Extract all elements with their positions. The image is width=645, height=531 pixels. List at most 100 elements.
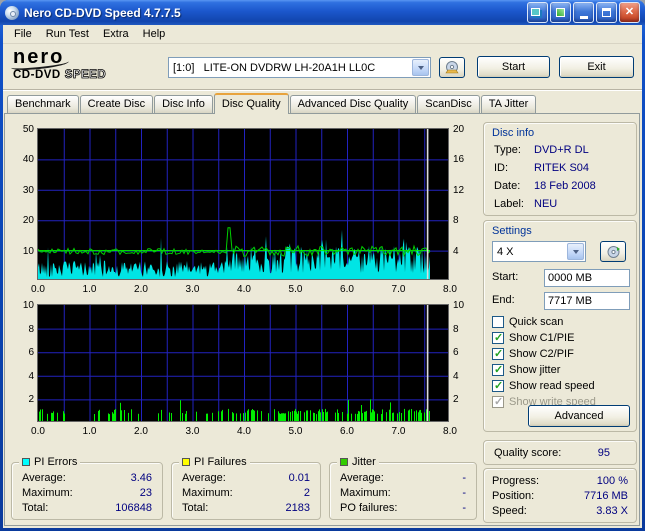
checkbox-box[interactable] [492, 364, 504, 376]
pif-chart-right-axis: 246810 [451, 304, 477, 424]
checkbox-box[interactable] [492, 348, 504, 360]
window-body: File Run Test Extra Help nero CD-DVDSPEE… [3, 25, 642, 528]
logo-product: CD-DVDSPEED [13, 69, 106, 81]
titlebar-extra-button-2[interactable] [550, 2, 571, 23]
disc-info-title: Disc info [492, 127, 534, 139]
y-tick-label: 10 [23, 300, 34, 311]
disc-type-value: DVD+R DL [534, 144, 589, 158]
speed-select-value: 4 X [497, 246, 567, 258]
disc-date-value: 18 Feb 2008 [534, 180, 596, 194]
tab-scandisc[interactable]: ScanDisc [417, 95, 479, 113]
disc-id-value: RITEK S04 [534, 162, 589, 176]
start-mb-input[interactable]: 0000 MB [544, 269, 630, 287]
disc-date-row: Date: 18 Feb 2008 [494, 180, 632, 194]
app-icon [5, 6, 19, 20]
menu-help[interactable]: Help [136, 26, 173, 42]
checkbox-show-c1-pie[interactable]: Show C1/PIE [492, 331, 574, 345]
pif-chart-x-axis: 0.01.02.03.04.05.06.07.08.0 [37, 426, 451, 438]
x-tick-label: 6.0 [336, 426, 358, 437]
checkbox-box[interactable] [492, 380, 504, 392]
stat-label: Average: [340, 472, 384, 484]
disc-hand-icon [444, 61, 460, 75]
menu-file[interactable]: File [7, 26, 39, 42]
pi-failures-legend: PI Failures [179, 456, 250, 468]
logo-product-solid: CD-DVD [13, 69, 61, 81]
y-tick-label: 10 [453, 300, 464, 311]
close-button[interactable]: ✕ [619, 2, 640, 23]
maximize-button[interactable] [596, 2, 617, 23]
progress-row: Progress: 100 % [492, 475, 628, 489]
position-value: 7716 MB [584, 490, 628, 504]
speed-label: Speed: [492, 505, 527, 519]
progress-panel: Progress: 100 % Position: 7716 MB Speed:… [483, 468, 637, 523]
y-tick-label: 50 [23, 124, 34, 135]
x-tick-label: 0.0 [27, 426, 49, 437]
menu-run-test[interactable]: Run Test [39, 26, 96, 42]
position-row: Position: 7716 MB [492, 490, 628, 504]
x-tick-label: 5.0 [285, 284, 307, 295]
stat-value: - [462, 472, 466, 484]
dropdown-arrow-icon[interactable] [412, 59, 429, 76]
stat-label: Total: [182, 502, 208, 514]
disc-type-label: Type: [494, 144, 534, 158]
progress-label: Progress: [492, 475, 539, 489]
stat-label: Total: [22, 502, 48, 514]
close-icon: ✕ [625, 7, 634, 18]
y-tick-label: 8 [28, 324, 34, 335]
minimize-button[interactable] [573, 2, 594, 23]
drive-burn-button[interactable] [439, 57, 465, 78]
tab-ta-jitter[interactable]: TA Jitter [481, 95, 537, 113]
tab-disc-quality[interactable]: Disc Quality [214, 93, 289, 114]
drive-select[interactable]: [1:0] LITE-ON DVDRW LH-20A1H LL0C [168, 57, 431, 78]
advanced-button[interactable]: Advanced [528, 405, 630, 427]
tab-benchmark[interactable]: Benchmark [7, 95, 79, 113]
speed-select[interactable]: 4 X [492, 241, 586, 262]
y-tick-label: 2 [453, 394, 459, 405]
tab-disc-info[interactable]: Disc Info [154, 95, 213, 113]
checkbox-show-jitter[interactable]: Show jitter [492, 363, 560, 377]
pie-chart-right-axis: 48121620 [451, 128, 477, 282]
disc-label-row: Label: NEU [494, 198, 632, 212]
checkbox-quick-scan[interactable]: Quick scan [492, 315, 563, 329]
checkbox-show-read-speed[interactable]: Show read speed [492, 379, 595, 393]
drive-select-value: [1:0] LITE-ON DVDRW LH-20A1H LL0C [173, 62, 412, 74]
x-tick-label: 1.0 [79, 426, 101, 437]
y-tick-label: 20 [453, 124, 464, 135]
y-tick-label: 10 [23, 246, 34, 257]
tab-create-disc[interactable]: Create Disc [80, 95, 153, 113]
start-button[interactable]: Start [477, 56, 550, 78]
stat-label: PO failures: [340, 502, 397, 514]
pi-errors-panel: PI Errors Average:3.46 Maximum:23 Total:… [11, 462, 163, 520]
checkbox-box[interactable] [492, 332, 504, 344]
y-tick-label: 4 [453, 371, 459, 382]
stat-label: Maximum: [22, 487, 73, 499]
speed-row: Speed: 3.83 X [492, 505, 628, 519]
checkbox-show-c2-pif[interactable]: Show C2/PIF [492, 347, 574, 361]
stat-value: 3.46 [131, 472, 152, 484]
jitter-color-icon [340, 458, 348, 466]
exit-button[interactable]: Exit [559, 56, 634, 78]
titlebar-extra-button-1[interactable] [527, 2, 548, 23]
tab-advanced-disc-quality[interactable]: Advanced Disc Quality [290, 95, 417, 113]
y-tick-label: 16 [453, 154, 464, 165]
pie-chart-x-axis: 0.01.02.03.04.05.06.07.08.0 [37, 284, 451, 296]
app-window: Nero CD-DVD Speed 4.7.7.5 ✕ File Run Tes… [0, 0, 645, 531]
end-mb-input[interactable]: 7717 MB [544, 292, 630, 310]
speed-dropdown-arrow-icon[interactable] [567, 243, 584, 260]
menu-extra[interactable]: Extra [96, 26, 136, 42]
x-tick-label: 7.0 [388, 426, 410, 437]
header: nero CD-DVDSPEED [1:0] LITE-ON DVDRW LH-… [3, 44, 642, 90]
checkbox-box[interactable] [492, 316, 504, 328]
pi-failures-color-icon [182, 458, 190, 466]
x-tick-label: 1.0 [79, 284, 101, 295]
disc-id-row: ID: RITEK S04 [494, 162, 632, 176]
stat-value: - [462, 502, 466, 514]
x-tick-label: 6.0 [336, 284, 358, 295]
minimize-icon [580, 16, 588, 19]
settings-title: Settings [492, 225, 532, 237]
y-tick-label: 12 [453, 185, 464, 196]
y-tick-label: 6 [28, 347, 34, 358]
jitter-legend: Jitter [337, 456, 379, 468]
titlebar[interactable]: Nero CD-DVD Speed 4.7.7.5 ✕ [0, 0, 645, 25]
refresh-disc-button[interactable] [600, 241, 626, 262]
